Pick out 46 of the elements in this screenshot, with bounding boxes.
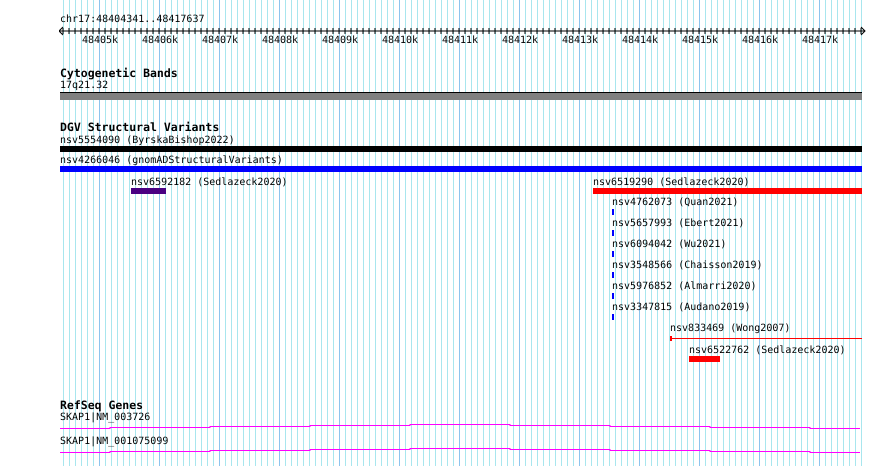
track-title: DGV Structural Variants bbox=[60, 121, 220, 134]
ruler-tick-label: 48416k bbox=[740, 35, 780, 47]
location-label: chr17:48404341..48417637 bbox=[60, 14, 204, 26]
variant-label: nsv6522762 (Sedlazeck2020) bbox=[689, 345, 846, 357]
ruler-tick-label: 48408k bbox=[260, 35, 300, 47]
ruler-tick-label: 48406k bbox=[140, 35, 180, 47]
variant-bar[interactable] bbox=[689, 356, 720, 362]
variant-bar[interactable] bbox=[60, 166, 862, 172]
ruler-tick-label: 48410k bbox=[380, 35, 420, 47]
ruler-tick-label: 48414k bbox=[620, 35, 660, 47]
variant-label: nsv6519290 (Sedlazeck2020) bbox=[593, 177, 750, 189]
variant-mark[interactable] bbox=[612, 209, 614, 215]
variant-mark[interactable] bbox=[612, 272, 614, 278]
track-title: Cytogenetic Bands bbox=[60, 67, 178, 80]
track-title: RefSeq Genes bbox=[60, 399, 144, 412]
ruler-tick-label: 48412k bbox=[500, 35, 540, 47]
ruler-tick-label: 48417k bbox=[800, 35, 840, 47]
gene-line[interactable] bbox=[60, 448, 862, 454]
variant-bar[interactable] bbox=[60, 146, 862, 152]
variant-label: nsv6094042 (Wu2021) bbox=[612, 239, 726, 251]
variant-mark[interactable] bbox=[612, 314, 614, 320]
variant-mark[interactable] bbox=[612, 293, 614, 299]
gene-label: SKAP1|NM_001075099 bbox=[60, 436, 168, 448]
band-label: 17q21.32 bbox=[60, 80, 108, 92]
variant-label: nsv5657993 (Ebert2021) bbox=[612, 218, 744, 230]
variant-line[interactable] bbox=[670, 336, 862, 341]
ruler-tick-label: 48413k bbox=[560, 35, 600, 47]
variant-label: nsv5554090 (ByrskaBishop2022) bbox=[60, 135, 235, 147]
variant-label: nsv5976852 (Almarri2020) bbox=[612, 281, 756, 293]
variant-mark[interactable] bbox=[612, 230, 614, 236]
ruler-tick-label: 48415k bbox=[680, 35, 720, 47]
ruler-tick-label: 48407k bbox=[200, 35, 240, 47]
variant-bar[interactable] bbox=[131, 188, 166, 194]
variant-label: nsv3548566 (Chaisson2019) bbox=[612, 260, 763, 272]
ruler-tick-label: 48411k bbox=[440, 35, 480, 47]
gene-line[interactable] bbox=[60, 424, 862, 430]
variant-label: nsv6592182 (Sedlazeck2020) bbox=[131, 177, 288, 189]
variant-label: nsv4762073 (Quan2021) bbox=[612, 197, 738, 209]
variant-bar[interactable] bbox=[593, 188, 862, 194]
variant-label: nsv833469 (Wong2007) bbox=[670, 323, 790, 335]
gene-label: SKAP1|NM_003726 bbox=[60, 412, 150, 424]
variant-mark[interactable] bbox=[612, 251, 614, 257]
ruler-tick-label: 48409k bbox=[320, 35, 360, 47]
ruler-tick-label: 48405k bbox=[80, 35, 120, 47]
variant-label: nsv3347815 (Audano2019) bbox=[612, 302, 750, 314]
variant-label: nsv4266046 (gnomADStructuralVariants) bbox=[60, 155, 283, 167]
